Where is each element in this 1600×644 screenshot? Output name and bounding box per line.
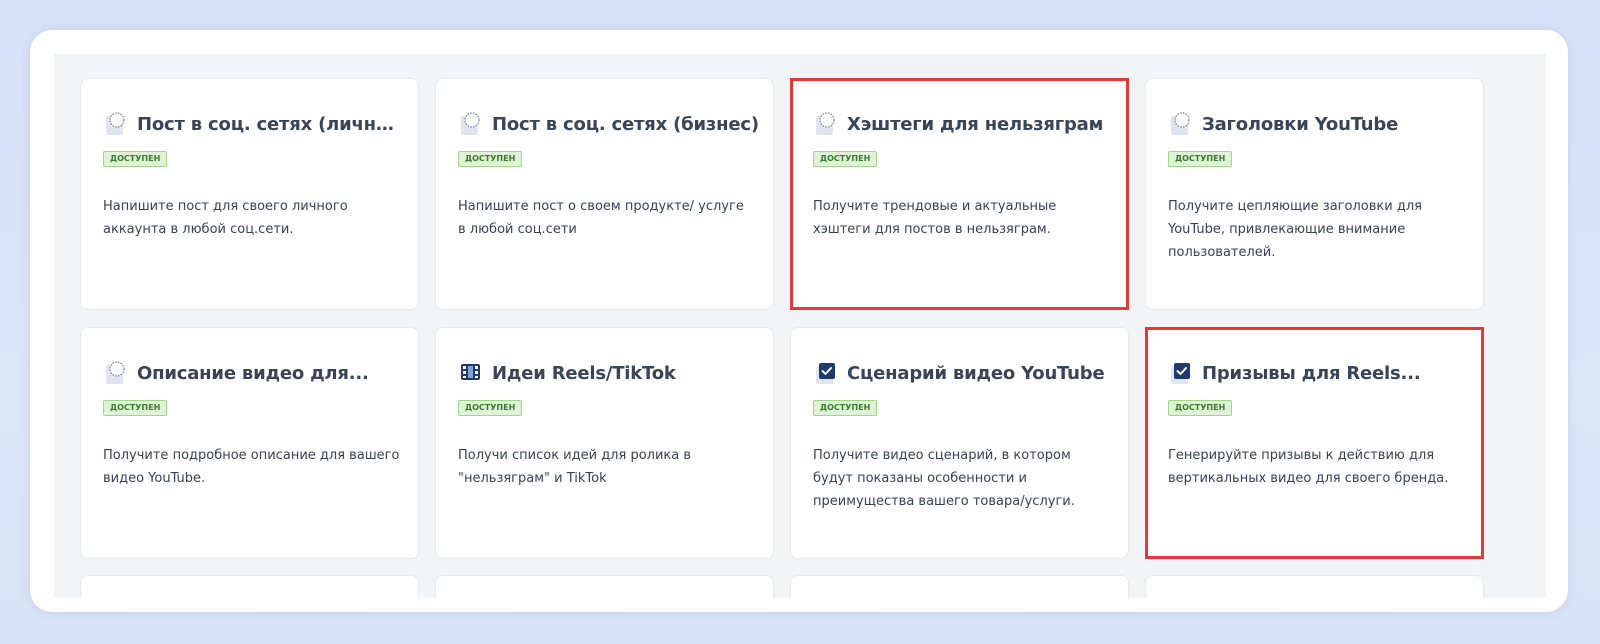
card-peek [790,575,1129,598]
card-title: Сценарий видео YouTube [847,362,1105,384]
checkbox-icon [1168,360,1194,386]
tools-grid: Пост в соц. сетях (личный) доступен Напи… [80,78,1484,559]
card-description: Получите подробное описание для вашего в… [103,448,400,486]
card-title: Идеи Reels/TikTok [492,362,676,384]
status-badge: доступен [1168,400,1233,416]
card-title: Описание видео для... [137,362,369,384]
card-description: Получи список идей для ролика в "нельзяг… [458,448,692,486]
checkbox-icon [813,360,839,386]
tool-card-video-description[interactable]: Описание видео для... доступен Получите … [80,327,419,559]
status-badge: доступен [458,151,523,167]
tool-card-business-post[interactable]: Пост в соц. сетях (бизнес) доступен Напи… [435,78,774,310]
status-badge: доступен [1168,151,1233,167]
speech-bubble-icon [458,111,484,137]
card-description: Напишите пост о своем продукте/ услуге в… [458,199,744,237]
card-description: Получите цепляющие заголовки для YouTube… [1168,199,1422,260]
status-badge: доступен [813,151,878,167]
tool-card-personal-post[interactable]: Пост в соц. сетях (личный) доступен Напи… [80,78,419,310]
speech-bubble-icon [103,360,129,386]
card-description: Генерируйте призывы к действию для верти… [1168,448,1449,486]
tool-card-hashtags[interactable]: Хэштеги для нельзяграм доступен Получите… [790,78,1129,310]
card-peek [80,575,419,598]
card-description: Получите видео сценарий, в котором будут… [813,448,1075,509]
card-peek [1145,575,1484,598]
status-badge: доступен [103,151,168,167]
film-icon [458,360,484,386]
speech-bubble-icon [1168,111,1194,137]
card-title: Пост в соц. сетях (бизнес) [492,113,759,135]
card-description: Напишите пост для своего личного аккаунт… [103,199,348,237]
tools-panel: Пост в соц. сетях (личный) доступен Напи… [54,54,1546,598]
tool-card-youtube-script[interactable]: Сценарий видео YouTube доступен Получите… [790,327,1129,559]
tool-card-reels-ideas[interactable]: Идеи Reels/TikTok доступен Получи список… [435,327,774,559]
status-badge: доступен [103,400,168,416]
speech-bubble-icon [813,111,839,137]
app-window: Пост в соц. сетях (личный) доступен Напи… [30,30,1568,612]
card-title: Заголовки YouTube [1202,113,1399,135]
next-row-cards [80,575,1484,598]
card-description: Получите трендовые и актуальные хэштеги … [813,199,1057,237]
speech-bubble-icon [103,111,129,137]
card-title: Хэштеги для нельзяграм [847,113,1104,135]
card-title: Призывы для Reels... [1202,362,1421,384]
status-badge: доступен [458,400,523,416]
card-peek [435,575,774,598]
tool-card-reels-cta[interactable]: Призывы для Reels... доступен Генерируйт… [1145,327,1484,559]
tool-card-youtube-titles[interactable]: Заголовки YouTube доступен Получите цепл… [1145,78,1484,310]
card-title: Пост в соц. сетях (личный) [137,113,406,135]
status-badge: доступен [813,400,878,416]
